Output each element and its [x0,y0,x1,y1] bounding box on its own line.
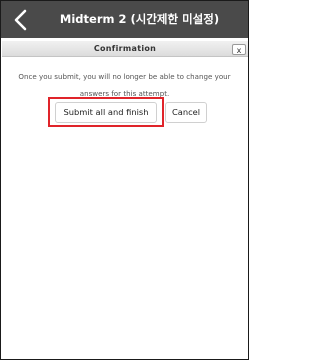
submit-all-button[interactable]: Submit all and finish [55,102,157,123]
chevron-left-icon [14,9,27,31]
app-frame: Midterm 2 (시간제한 미설정) Confirmation x Once… [0,0,249,360]
app-header: Midterm 2 (시간제한 미설정) [1,1,248,38]
cancel-button[interactable]: Cancel [165,102,207,123]
back-button[interactable] [11,9,31,31]
dialog-title: Confirmation [93,44,157,53]
message-line: Once you submit, you will no longer be a… [18,72,231,81]
page-title: Midterm 2 (시간제한 미설정) [59,12,220,26]
close-button[interactable]: x [232,44,246,55]
dialog-titlebar: Confirmation x [2,41,248,57]
